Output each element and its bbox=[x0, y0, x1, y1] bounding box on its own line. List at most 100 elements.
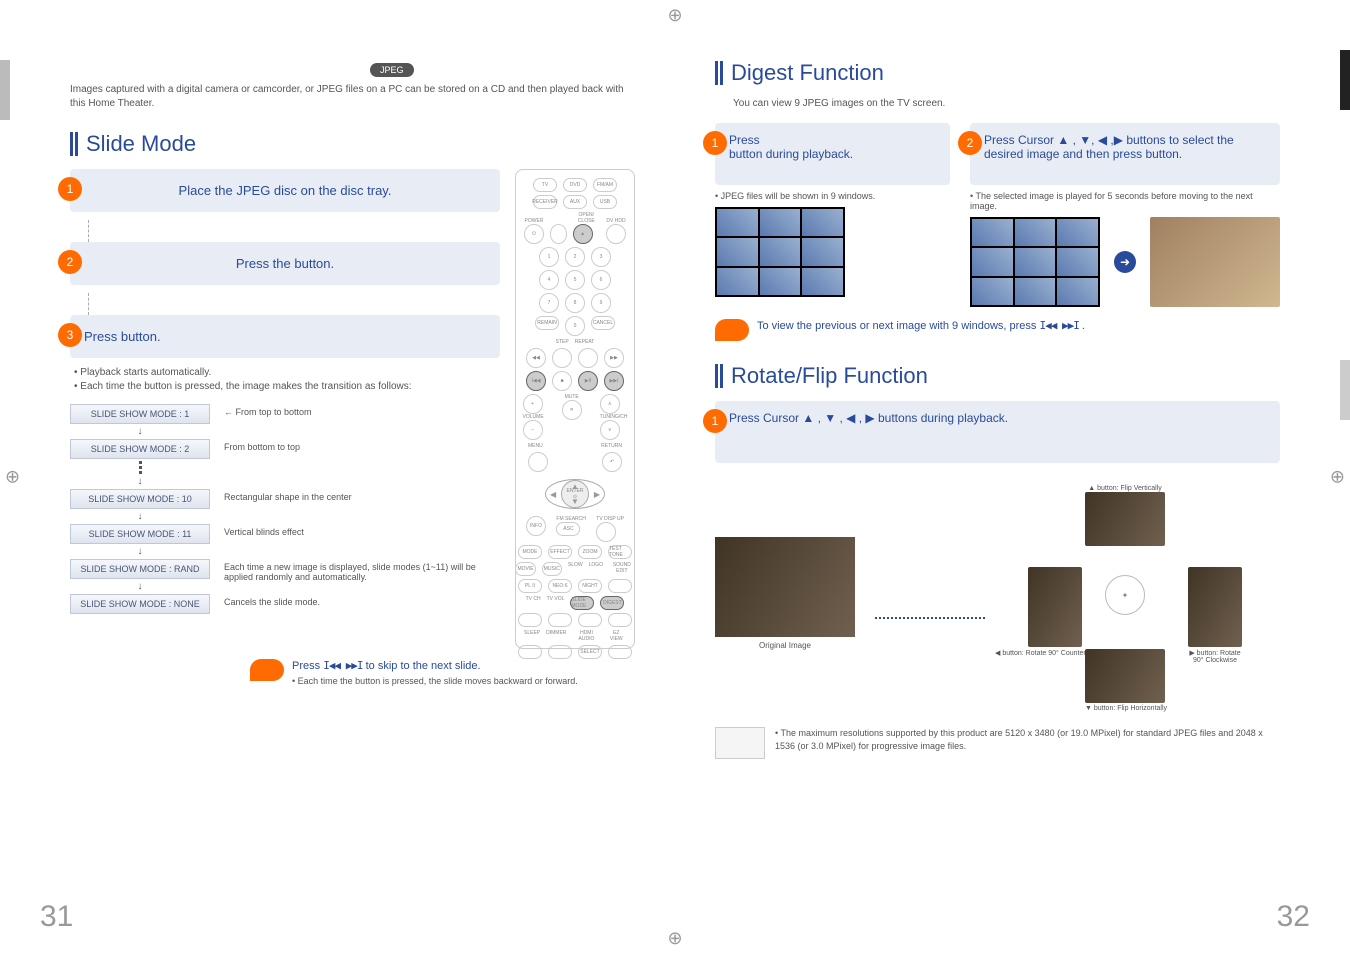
mode-1-desc: ← From top to bottom bbox=[224, 404, 500, 417]
digest-header: Digest Function bbox=[715, 60, 1280, 86]
cursor-arrows-icons: ▲ , ▼, ◀ ,▶ bbox=[1057, 133, 1123, 147]
return-button: ↶ bbox=[602, 452, 622, 472]
bullet-2: • Each time the button is pressed, the i… bbox=[74, 380, 500, 394]
arrow-right-icon: ➜ bbox=[1114, 251, 1136, 273]
dpad: ▲ ▼ ◀ ▶ ENTER⊙ bbox=[545, 479, 605, 509]
skip-tip-detail: • Each time the button is pressed, the s… bbox=[292, 676, 578, 686]
cursor-arrows-icons-2: ▲ , ▼ , ◀ , ▶ bbox=[802, 411, 874, 425]
vol-down: − bbox=[523, 420, 543, 440]
mode-none-desc: Cancels the slide mode. bbox=[224, 594, 500, 607]
mode-2-desc: From bottom to top bbox=[224, 439, 500, 452]
page-31: JPEG Images captured with a digital came… bbox=[0, 0, 675, 954]
menu-button bbox=[528, 452, 548, 472]
step-3-text: Press button. bbox=[84, 329, 486, 344]
openclose-button: ▲ bbox=[573, 224, 593, 244]
num-2: 2 bbox=[565, 247, 585, 267]
step-2-post: button. bbox=[294, 256, 334, 271]
note-text: • The maximum resolutions supported by t… bbox=[775, 727, 1280, 752]
play-button: ▶II bbox=[578, 371, 598, 391]
slide-mode-header: Slide Mode bbox=[70, 131, 635, 157]
step-3-post: button. bbox=[121, 329, 161, 344]
dots-icon bbox=[70, 461, 210, 474]
num-8: 8 bbox=[565, 293, 585, 313]
mode-10-tile: SLIDE SHOW MODE : 10 bbox=[70, 489, 210, 509]
fmam-button: FM/AM bbox=[593, 178, 617, 192]
rewind-button: ◀◀ bbox=[526, 348, 546, 368]
section-bar-icon bbox=[70, 132, 78, 156]
digest-2-bullet: • The selected image is played for 5 sec… bbox=[970, 191, 1280, 211]
step-2-pre: Press the bbox=[236, 256, 295, 271]
vol-up: + bbox=[523, 394, 543, 414]
mute-button: ✕ bbox=[562, 400, 582, 420]
rotate-center-dpad-icon: ✦ bbox=[1105, 575, 1145, 615]
num-4: 4 bbox=[539, 270, 559, 290]
info-button: INFO bbox=[526, 516, 546, 536]
connector-line-2 bbox=[88, 293, 500, 315]
num-3: 3 bbox=[591, 247, 611, 267]
playback-bullets: • Playback starts automatically. • Each … bbox=[74, 366, 500, 394]
rotate-step: 1 Press Cursor ▲ , ▼ , ◀ , ▶ buttons dur… bbox=[715, 401, 1280, 463]
slide-mode-title: Slide Mode bbox=[86, 131, 196, 157]
num-6: 6 bbox=[591, 270, 611, 290]
digest-subtitle: You can view 9 JPEG images on the TV scr… bbox=[733, 98, 1280, 109]
openclose-label: OPEN/ CLOSE bbox=[573, 212, 600, 224]
rotate-diagram: Original Image ▲ button: Flip Vertically… bbox=[715, 483, 1280, 703]
digest-step-2-num: 2 bbox=[958, 131, 982, 155]
mode-2-tile: SLIDE SHOW MODE : 2 bbox=[70, 439, 210, 459]
digest-tip: To view the previous or next image with … bbox=[715, 319, 1280, 341]
remain-button: REMAIN bbox=[535, 316, 559, 330]
mode-11-tile: SLIDE SHOW MODE : 11 bbox=[70, 524, 210, 544]
stop-button: ■ bbox=[552, 371, 572, 391]
asc-button: ASC bbox=[556, 522, 580, 536]
manual-spread: JPEG Images captured with a digital came… bbox=[0, 0, 1350, 954]
rotate-header: Rotate/Flip Function bbox=[715, 363, 1280, 389]
digest-title: Digest Function bbox=[731, 60, 884, 86]
tv-button: TV bbox=[533, 178, 557, 192]
mode-rand-tile: SLIDE SHOW MODE : RAND bbox=[70, 559, 210, 579]
tab-marker-right-2 bbox=[1340, 360, 1350, 420]
step-3-num: 3 bbox=[58, 323, 82, 347]
prev-next-icons-2: I◀◀ ▶▶I bbox=[1039, 319, 1078, 332]
dpad-up-icon: ▲ bbox=[571, 482, 579, 491]
steps-column: 1 Place the JPEG disc on the disc tray. … bbox=[70, 169, 500, 649]
digest-step-2: 2 Press Cursor ▲ , ▼, ◀ ,▶ buttons to se… bbox=[970, 123, 1280, 307]
tip-icon-2 bbox=[715, 319, 749, 341]
digest-step-1-num: 1 bbox=[703, 131, 727, 155]
step-1: 1 Place the JPEG disc on the disc tray. bbox=[70, 169, 500, 212]
arrow-down-icon-2: ↓ bbox=[70, 476, 210, 487]
step-button bbox=[552, 348, 572, 368]
step-1-text: Place the JPEG disc on the disc tray. bbox=[84, 183, 486, 198]
repeat-button bbox=[578, 348, 598, 368]
remote-control-illustration: TV DVD FM/AM RECEIVER AUX USB POWER⏻ OPE… bbox=[515, 169, 635, 649]
num-1: 1 bbox=[539, 247, 559, 267]
dvd-button: DVD bbox=[563, 178, 587, 192]
flip-vertical-thumb: ▲ button: Flip Vertically bbox=[1085, 483, 1165, 546]
cancel-button: CANCEL bbox=[591, 316, 615, 330]
rotate-step-num: 1 bbox=[703, 409, 727, 433]
rotate-ccw-thumb: ◀ button: Rotate 90° Counterclockwise bbox=[995, 567, 1116, 657]
mode-button: MODE bbox=[518, 545, 542, 559]
original-image-caption: Original Image bbox=[715, 641, 855, 650]
dvhdd-button bbox=[606, 224, 626, 244]
page-number-31: 31 bbox=[40, 900, 73, 934]
dpad-down-icon: ▼ bbox=[571, 497, 579, 506]
usb-button: USB bbox=[593, 195, 617, 209]
ch-down: ∨ bbox=[600, 420, 620, 440]
intro-text: Images captured with a digital camera or… bbox=[70, 83, 635, 111]
digest-button: DIGEST bbox=[600, 596, 624, 610]
mode-none-tile: SLIDE SHOW MODE : NONE bbox=[70, 594, 210, 614]
mode-10-desc: Rectangular shape in the center bbox=[224, 489, 500, 502]
mode-rand-desc: Each time a new image is displayed, slid… bbox=[224, 559, 500, 582]
prev-button: I◀◀ bbox=[526, 371, 546, 391]
nine-window-thumbnail bbox=[715, 207, 845, 297]
skip-tip: Press I◀◀ ▶▶I to skip to the next slide.… bbox=[250, 659, 635, 686]
mode-1-tile: SLIDE SHOW MODE : 1 bbox=[70, 404, 210, 424]
selected-image-thumbnail bbox=[1150, 217, 1280, 307]
mode-11-desc: Vertical blinds effect bbox=[224, 524, 500, 537]
step-2-text: Press the button. bbox=[84, 256, 486, 271]
dpad-right-icon: ▶ bbox=[594, 490, 600, 499]
resolution-note: • The maximum resolutions supported by t… bbox=[715, 727, 1280, 759]
tvdisp-button bbox=[596, 522, 616, 542]
step-2-num: 2 bbox=[58, 250, 82, 274]
jpeg-badge: JPEG bbox=[370, 63, 414, 77]
